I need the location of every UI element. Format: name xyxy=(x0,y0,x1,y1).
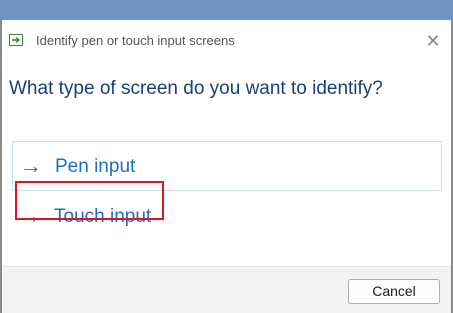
touch-input-option[interactable]: → Touch input xyxy=(12,192,442,240)
identify-screens-dialog: Identify pen or touch input screens ✕ Wh… xyxy=(0,20,453,313)
touch-input-label: Touch input xyxy=(54,206,152,227)
dialog-left-border xyxy=(0,20,2,313)
cancel-button[interactable]: Cancel xyxy=(348,279,440,304)
dialog-title: Identify pen or touch input screens xyxy=(36,33,235,48)
background-window-strip xyxy=(0,0,453,20)
close-button[interactable]: ✕ xyxy=(420,29,446,53)
pen-input-option[interactable]: → Pen input xyxy=(12,141,442,191)
screenshot-stage: Identify pen or touch input screens ✕ Wh… xyxy=(0,0,453,313)
dialog-footer: Cancel xyxy=(0,266,453,313)
arrow-right-icon: → xyxy=(20,153,42,178)
pen-input-label: Pen input xyxy=(55,156,136,177)
dialog-heading: What type of screen do you want to ident… xyxy=(9,78,383,99)
close-icon: ✕ xyxy=(425,31,441,51)
dialog-titlebar: Identify pen or touch input screens ✕ xyxy=(0,20,453,60)
cancel-button-label: Cancel xyxy=(372,283,416,299)
arrow-right-icon: → xyxy=(19,203,41,228)
identify-screen-icon xyxy=(9,34,23,46)
